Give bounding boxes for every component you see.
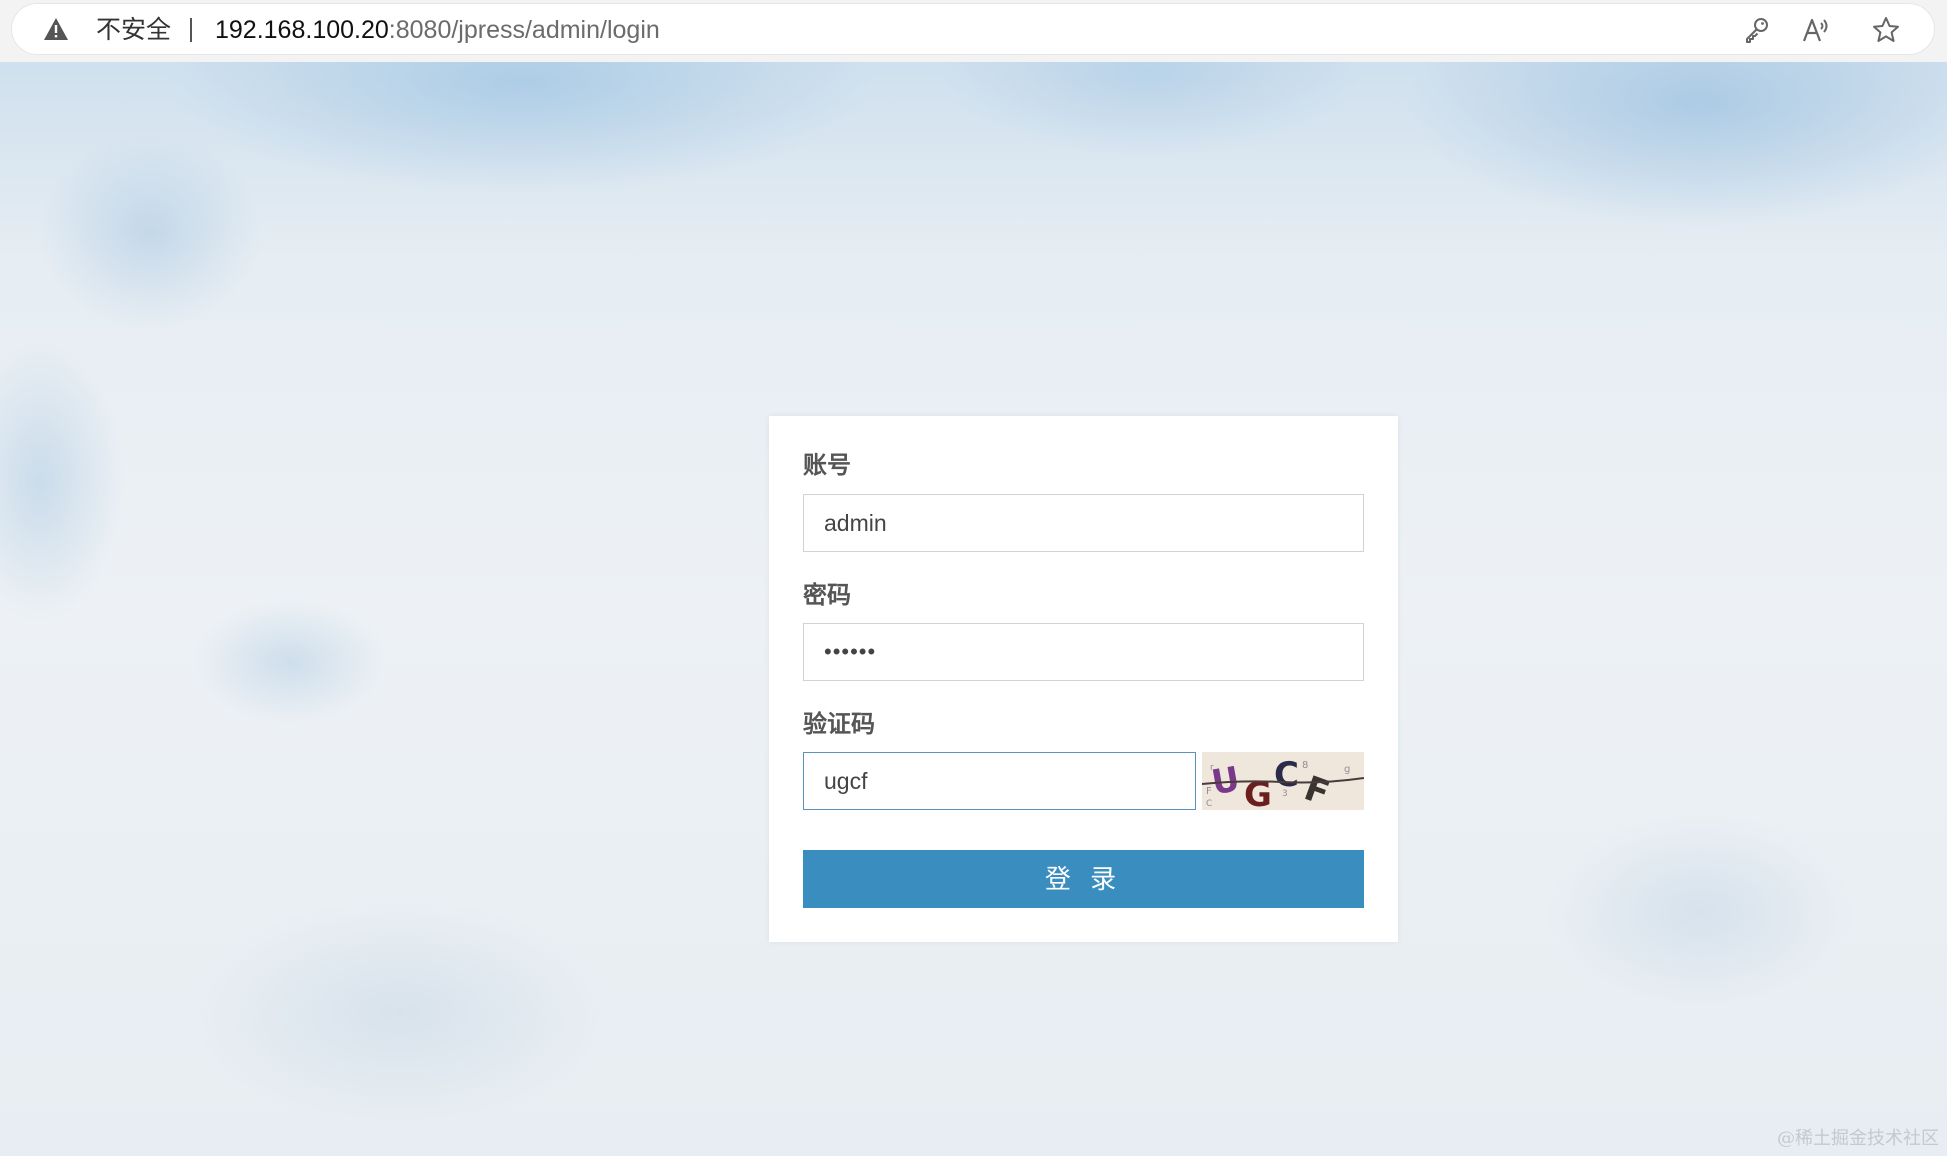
captcha-label: 验证码 <box>803 711 875 738</box>
url-host: 192.168.100.20 <box>215 16 389 44</box>
security-status[interactable]: 不安全 <box>96 16 171 44</box>
svg-text:C: C <box>1206 799 1212 809</box>
read-aloud-icon[interactable] <box>1801 15 1831 45</box>
login-card: 账号 admin 密码 •••••• 验证码 ugcf r 8 g F C 3 … <box>769 416 1398 942</box>
login-button[interactable]: 登 录 <box>803 850 1364 908</box>
svg-text:C: C <box>1274 755 1299 795</box>
svg-text:F: F <box>1206 786 1212 797</box>
url-path: :8080/jpress/admin/login <box>388 16 660 44</box>
password-label: 密码 <box>803 582 851 609</box>
account-input[interactable]: admin <box>803 494 1364 552</box>
address-bar[interactable]: 不安全 192.168.100.20:8080/jpress/admin/log… <box>12 4 1934 54</box>
svg-text:G: G <box>1244 775 1272 810</box>
svg-text:8: 8 <box>1302 760 1308 771</box>
warning-triangle-icon[interactable] <box>43 17 69 41</box>
account-label: 账号 <box>803 452 851 479</box>
key-icon[interactable] <box>1742 15 1772 45</box>
password-input[interactable]: •••••• <box>803 623 1364 681</box>
browser-toolbar: 不安全 192.168.100.20:8080/jpress/admin/log… <box>0 0 1947 62</box>
captcha-image[interactable]: r 8 g F C 3 U G C F <box>1202 752 1364 810</box>
url-text[interactable]: 192.168.100.20:8080/jpress/admin/login <box>215 16 660 44</box>
captcha-input[interactable]: ugcf <box>803 752 1196 810</box>
favorite-star-icon[interactable] <box>1871 15 1901 45</box>
address-separator <box>190 18 192 42</box>
watermark: @稀土掘金技术社区 <box>1777 1128 1939 1149</box>
svg-text:g: g <box>1344 764 1350 775</box>
